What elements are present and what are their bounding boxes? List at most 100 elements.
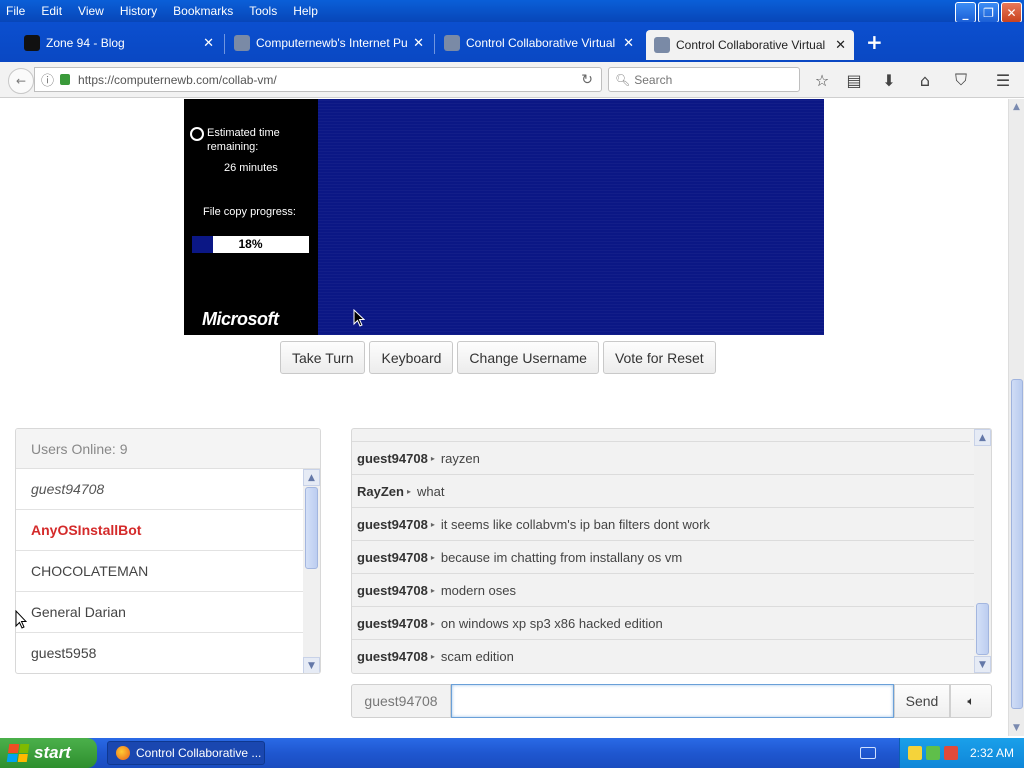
collabvm-favicon-icon bbox=[654, 37, 670, 53]
keyboard-button[interactable]: Keyboard bbox=[369, 341, 454, 374]
file-copy-label: File copy progress: bbox=[203, 206, 296, 218]
scroll-up-arrow-icon[interactable]: ▲ bbox=[974, 429, 991, 446]
scroll-down-arrow-icon[interactable]: ▼ bbox=[1009, 720, 1024, 736]
search-input[interactable] bbox=[634, 72, 785, 87]
reload-icon[interactable]: ↻ bbox=[581, 72, 593, 88]
search-icon: 🔍︎ bbox=[615, 72, 631, 87]
taskbar-firefox-item[interactable]: Control Collaborative ... bbox=[107, 741, 265, 765]
tab-separator bbox=[434, 34, 435, 54]
scroll-up-arrow-icon[interactable]: ▲ bbox=[1009, 99, 1024, 115]
menu-bar: File Edit View History Bookmarks Tools H… bbox=[0, 0, 1024, 23]
menu-view[interactable]: View bbox=[70, 4, 112, 18]
vote-reset-button[interactable]: Vote for Reset bbox=[602, 341, 716, 374]
tab-title: Computernewb's Internet Pu... bbox=[256, 36, 408, 50]
change-username-button[interactable]: Change Username bbox=[457, 341, 599, 374]
chat-message: guest94708 ▸ because im chatting from inst… bbox=[352, 541, 974, 574]
search-bar[interactable]: 🔍︎ bbox=[608, 67, 800, 92]
bookmark-star-icon[interactable]: ☆ bbox=[811, 70, 833, 90]
sound-toggle-button[interactable]: 🔈︎ bbox=[950, 684, 992, 718]
new-tab-button[interactable]: + bbox=[866, 30, 883, 54]
lock-icon bbox=[60, 74, 71, 85]
setup-background bbox=[318, 99, 824, 335]
restore-button[interactable]: ❐ bbox=[978, 2, 999, 23]
keyboard-language-icon[interactable] bbox=[860, 747, 876, 759]
mouse-cursor-icon bbox=[15, 610, 27, 629]
alert-shield-icon[interactable] bbox=[944, 746, 958, 760]
scroll-up-arrow-icon[interactable]: ▲ bbox=[303, 469, 320, 486]
scroll-down-arrow-icon[interactable]: ▼ bbox=[303, 657, 320, 673]
close-tab-icon[interactable]: ✕ bbox=[203, 35, 214, 51]
menu-edit[interactable]: Edit bbox=[33, 4, 70, 18]
users-online-header: Users Online: 9 bbox=[16, 429, 320, 469]
network-icon[interactable] bbox=[926, 746, 940, 760]
home-icon[interactable]: ⌂ bbox=[914, 70, 936, 90]
chat-message: guest94708 ▸ on windows xp sp3 x86 hacked … bbox=[352, 607, 974, 640]
chat-message: guest94708 ▸ rayzen bbox=[352, 442, 974, 475]
close-tab-icon[interactable]: ✕ bbox=[413, 35, 424, 51]
chat-username-label: guest94708 bbox=[351, 684, 451, 718]
user-list-item[interactable]: CHOCOLATEMAN bbox=[16, 551, 304, 592]
security-shield-icon[interactable] bbox=[908, 746, 922, 760]
tab-collabvm-1[interactable]: Control Collaborative Virtual ... ✕ bbox=[436, 28, 642, 58]
vm-controls: Take Turn Keyboard Change Username Vote … bbox=[280, 341, 716, 374]
scroll-thumb[interactable] bbox=[1011, 379, 1023, 709]
menu-file[interactable]: File bbox=[0, 4, 33, 18]
user-list-item[interactable]: guest5958 bbox=[16, 633, 304, 673]
collabvm-favicon-icon bbox=[444, 35, 460, 51]
url-text[interactable]: https://computernewb.com/collab-vm/ bbox=[78, 73, 277, 87]
tab-collabvm-active[interactable]: Control Collaborative Virtual ... ✕ bbox=[646, 30, 854, 60]
start-button[interactable]: start bbox=[0, 738, 97, 768]
chat-text: scam edition bbox=[440, 649, 514, 664]
chat-arrow-icon: ▸ bbox=[430, 652, 435, 661]
scroll-thumb[interactable] bbox=[305, 487, 318, 569]
window-controls: _ ❐ ✕ bbox=[955, 2, 1022, 23]
chat-input-row: guest94708 Send 🔈︎ bbox=[351, 684, 992, 718]
chat-messages: guest94708 ▸ rayzen RayZen ▸ what guest94708… bbox=[352, 429, 974, 673]
tab-computernewb[interactable]: Computernewb's Internet Pu... ✕ bbox=[226, 28, 432, 58]
send-button[interactable]: Send bbox=[894, 684, 950, 718]
menu-tools[interactable]: Tools bbox=[241, 4, 285, 18]
download-icon[interactable]: ⬇ bbox=[878, 70, 900, 90]
back-arrow-icon: ← bbox=[15, 74, 27, 88]
close-window-button[interactable]: ✕ bbox=[1001, 2, 1022, 23]
menu-history[interactable]: History bbox=[112, 4, 165, 18]
chat-username: guest94708 bbox=[357, 450, 428, 466]
user-list-item[interactable]: guest94708 bbox=[16, 469, 304, 510]
close-tab-icon[interactable]: ✕ bbox=[623, 35, 634, 51]
tab-title: Control Collaborative Virtual ... bbox=[676, 38, 830, 52]
take-turn-button[interactable]: Take Turn bbox=[280, 341, 366, 374]
firefox-icon bbox=[116, 746, 130, 760]
user-list-item[interactable]: General Darian bbox=[16, 592, 304, 633]
tab-zone94-blog[interactable]: Zone 94 - Blog ✕ bbox=[16, 28, 222, 58]
minimize-button[interactable]: _ bbox=[955, 2, 976, 23]
menu-help[interactable]: Help bbox=[285, 4, 326, 18]
chat-arrow-icon: ▸ bbox=[430, 618, 435, 628]
hamburger-menu-icon[interactable]: ☰ bbox=[992, 70, 1014, 90]
speaker-icon: 🔈︎ bbox=[967, 693, 975, 708]
user-list-item[interactable]: AnyOSInstallBot bbox=[16, 510, 304, 551]
users-scrollbar[interactable]: ▲ ▼ bbox=[303, 469, 320, 673]
chat-scrollbar[interactable]: ▲ ▼ bbox=[974, 429, 991, 673]
tab-title: Control Collaborative Virtual ... bbox=[466, 36, 618, 50]
start-label: start bbox=[34, 743, 71, 762]
chat-username: guest94708 bbox=[357, 582, 428, 598]
chat-panel: guest94708 ▸ rayzen RayZen ▸ what guest94708… bbox=[351, 428, 992, 674]
chat-message: guest94708 ▸ modern oses bbox=[352, 574, 974, 607]
menu-bookmarks[interactable]: Bookmarks bbox=[165, 4, 241, 18]
pocket-icon[interactable]: ⛉ bbox=[950, 70, 972, 90]
users-panel: Users Online: 9 guest94708 AnyOSInstallB… bbox=[15, 428, 321, 674]
close-tab-icon[interactable]: ✕ bbox=[835, 37, 846, 53]
chat-arrow-icon: ▸ bbox=[430, 552, 435, 562]
scroll-down-arrow-icon[interactable]: ▼ bbox=[974, 656, 991, 673]
chat-text: it seems like collabvm's ip ban filters … bbox=[440, 516, 710, 532]
chat-message-input[interactable] bbox=[451, 684, 894, 718]
setup-sidebar: Estimated time remaining: 26 minutes Fil… bbox=[184, 99, 318, 335]
page-scrollbar[interactable]: ▲ ▼ bbox=[1008, 99, 1024, 736]
reading-list-icon[interactable]: ▤ bbox=[843, 70, 865, 90]
url-bar[interactable]: ⓘ https://computernewb.com/collab-vm/ ↻ bbox=[34, 67, 602, 92]
scroll-thumb[interactable] bbox=[976, 603, 989, 655]
clock-display[interactable]: 2:32 AM bbox=[970, 746, 1014, 760]
info-icon[interactable]: ⓘ bbox=[41, 70, 54, 89]
back-button[interactable]: ← bbox=[8, 68, 34, 94]
vm-display[interactable]: Estimated time remaining: 26 minutes Fil… bbox=[184, 99, 824, 335]
